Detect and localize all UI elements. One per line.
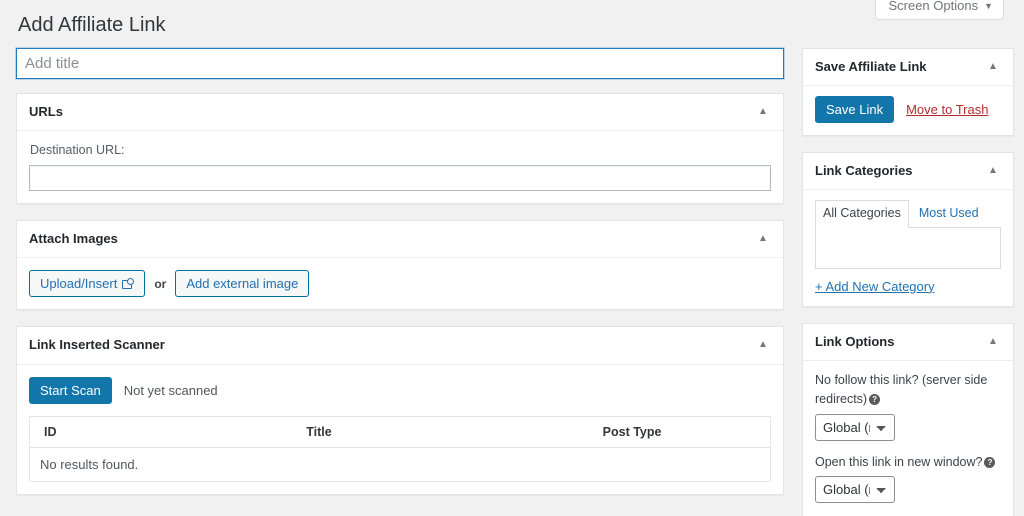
scanner-header-row: ID Title Post Type xyxy=(29,416,771,448)
main-column: URLs ▲ Destination URL: Attach Images ▲ xyxy=(16,48,784,511)
upload-insert-label: Upload/Insert xyxy=(40,276,118,292)
start-scan-label: Start Scan xyxy=(40,382,101,398)
column-header-title: Title xyxy=(296,416,593,448)
two-column-layout: URLs ▲ Destination URL: Attach Images ▲ xyxy=(16,48,1014,516)
panel-link-options-header[interactable]: Link Options ▲ xyxy=(803,324,1013,362)
upload-insert-button[interactable]: Upload/Insert xyxy=(29,270,146,298)
panel-categories-title: Link Categories xyxy=(815,163,913,179)
table-row-empty: No results found. xyxy=(30,447,771,481)
panel-link-categories: Link Categories ▲ All Categories Most Us… xyxy=(802,152,1014,307)
title-input[interactable] xyxy=(16,48,784,79)
option-new-window-label: Open this link in new window?? xyxy=(815,453,1001,472)
add-external-image-button[interactable]: Add external image xyxy=(175,270,310,298)
add-new-category-link[interactable]: + Add New Category xyxy=(815,279,935,294)
or-separator: or xyxy=(154,276,167,291)
chevron-up-icon[interactable]: ▲ xyxy=(985,334,1001,350)
panel-categories-body: All Categories Most Used + Add New Categ… xyxy=(803,190,1013,306)
scan-status-text: Not yet scanned xyxy=(123,382,218,398)
chevron-up-icon[interactable]: ▲ xyxy=(755,231,771,247)
column-header-post-type: Post Type xyxy=(592,416,771,448)
panel-attach-images-title: Attach Images xyxy=(29,231,118,247)
no-follow-select[interactable]: Global (no) xyxy=(815,413,895,441)
chevron-up-icon[interactable]: ▲ xyxy=(985,59,1001,75)
scanner-table-head: ID Title Post Type xyxy=(29,416,771,448)
attach-images-row: Upload/Insert or Add external image xyxy=(29,270,771,298)
scan-controls-row: Start Scan Not yet scanned xyxy=(29,376,771,404)
panel-link-options-body: No follow this link? (server side redire… xyxy=(803,361,1013,516)
panel-save-affiliate-link: Save Affiliate Link ▲ Save Link Move to … xyxy=(802,48,1014,137)
no-results-message: No results found. xyxy=(40,456,139,472)
destination-url-input[interactable] xyxy=(29,165,771,192)
panel-attach-images: Attach Images ▲ Upload/Insert or Add ext… xyxy=(16,220,784,311)
scanner-table-body: No results found. xyxy=(30,447,771,481)
option-no-follow-text: No follow this link? (server side redire… xyxy=(815,373,988,406)
media-icon xyxy=(122,277,135,290)
panel-categories-header[interactable]: Link Categories ▲ xyxy=(803,153,1013,191)
panel-urls-header[interactable]: URLs ▲ xyxy=(17,94,783,132)
category-list-box[interactable] xyxy=(815,226,1001,269)
help-icon[interactable]: ? xyxy=(984,457,996,469)
save-link-label: Save Link xyxy=(826,102,884,118)
panel-save-body: Save Link Move to Trash xyxy=(803,86,1013,135)
panel-scanner-body: Start Scan Not yet scanned ID Title Post… xyxy=(17,365,783,494)
option-new-window-text: Open this link in new window? xyxy=(815,454,983,469)
panel-attach-images-body: Upload/Insert or Add external image xyxy=(17,258,783,309)
tab-most-used-label: Most Used xyxy=(918,206,979,221)
tab-all-categories-label: All Categories xyxy=(823,206,901,221)
save-link-button[interactable]: Save Link xyxy=(815,96,895,124)
category-tabs: All Categories Most Used xyxy=(815,200,1001,228)
panel-attach-images-header[interactable]: Attach Images ▲ xyxy=(17,221,783,259)
tab-most-used[interactable]: Most Used xyxy=(911,200,987,228)
page-title: Add Affiliate Link xyxy=(18,14,166,36)
panel-link-inserted-scanner: Link Inserted Scanner ▲ Start Scan Not y… xyxy=(16,326,784,495)
panel-save-header[interactable]: Save Affiliate Link ▲ xyxy=(803,49,1013,87)
chevron-up-icon[interactable]: ▲ xyxy=(985,163,1001,179)
scanner-results-table: ID Title Post Type No results found. xyxy=(29,415,771,482)
option-no-follow-label: No follow this link? (server side redire… xyxy=(815,371,1001,409)
add-external-image-label: Add external image xyxy=(186,276,299,292)
sidebar-column: Save Affiliate Link ▲ Save Link Move to … xyxy=(802,48,1014,516)
new-window-select[interactable]: Global (no) xyxy=(815,476,895,504)
panel-urls: URLs ▲ Destination URL: xyxy=(16,93,784,205)
tab-all-categories[interactable]: All Categories xyxy=(815,200,909,228)
chevron-up-icon[interactable]: ▲ xyxy=(755,104,771,120)
panel-link-options: Link Options ▲ No follow this link? (ser… xyxy=(802,322,1014,516)
panel-scanner-title: Link Inserted Scanner xyxy=(29,337,165,353)
panel-save-title: Save Affiliate Link xyxy=(815,59,927,74)
move-to-trash-link[interactable]: Move to Trash xyxy=(906,102,988,117)
destination-url-label: Destination URL: xyxy=(30,143,125,158)
option-no-follow: No follow this link? (server side redire… xyxy=(815,371,1001,441)
admin-page: Screen Options ▼ Add Affiliate Link URLs… xyxy=(0,0,1024,516)
panel-link-options-title: Link Options xyxy=(815,333,895,349)
option-new-window: Open this link in new window?? Global (n… xyxy=(815,453,1001,504)
chevron-up-icon[interactable]: ▲ xyxy=(755,337,771,353)
help-icon[interactable]: ? xyxy=(869,394,881,406)
panel-scanner-header[interactable]: Link Inserted Scanner ▲ xyxy=(17,327,783,365)
panel-urls-body: Destination URL: xyxy=(17,131,783,203)
save-actions-row: Save Link Move to Trash xyxy=(815,96,1001,124)
panel-urls-title: URLs xyxy=(29,104,63,119)
start-scan-button[interactable]: Start Scan xyxy=(29,376,112,404)
column-header-id: ID xyxy=(29,416,297,448)
page-wrap: Add Affiliate Link URLs ▲ Destination UR… xyxy=(0,0,1024,516)
